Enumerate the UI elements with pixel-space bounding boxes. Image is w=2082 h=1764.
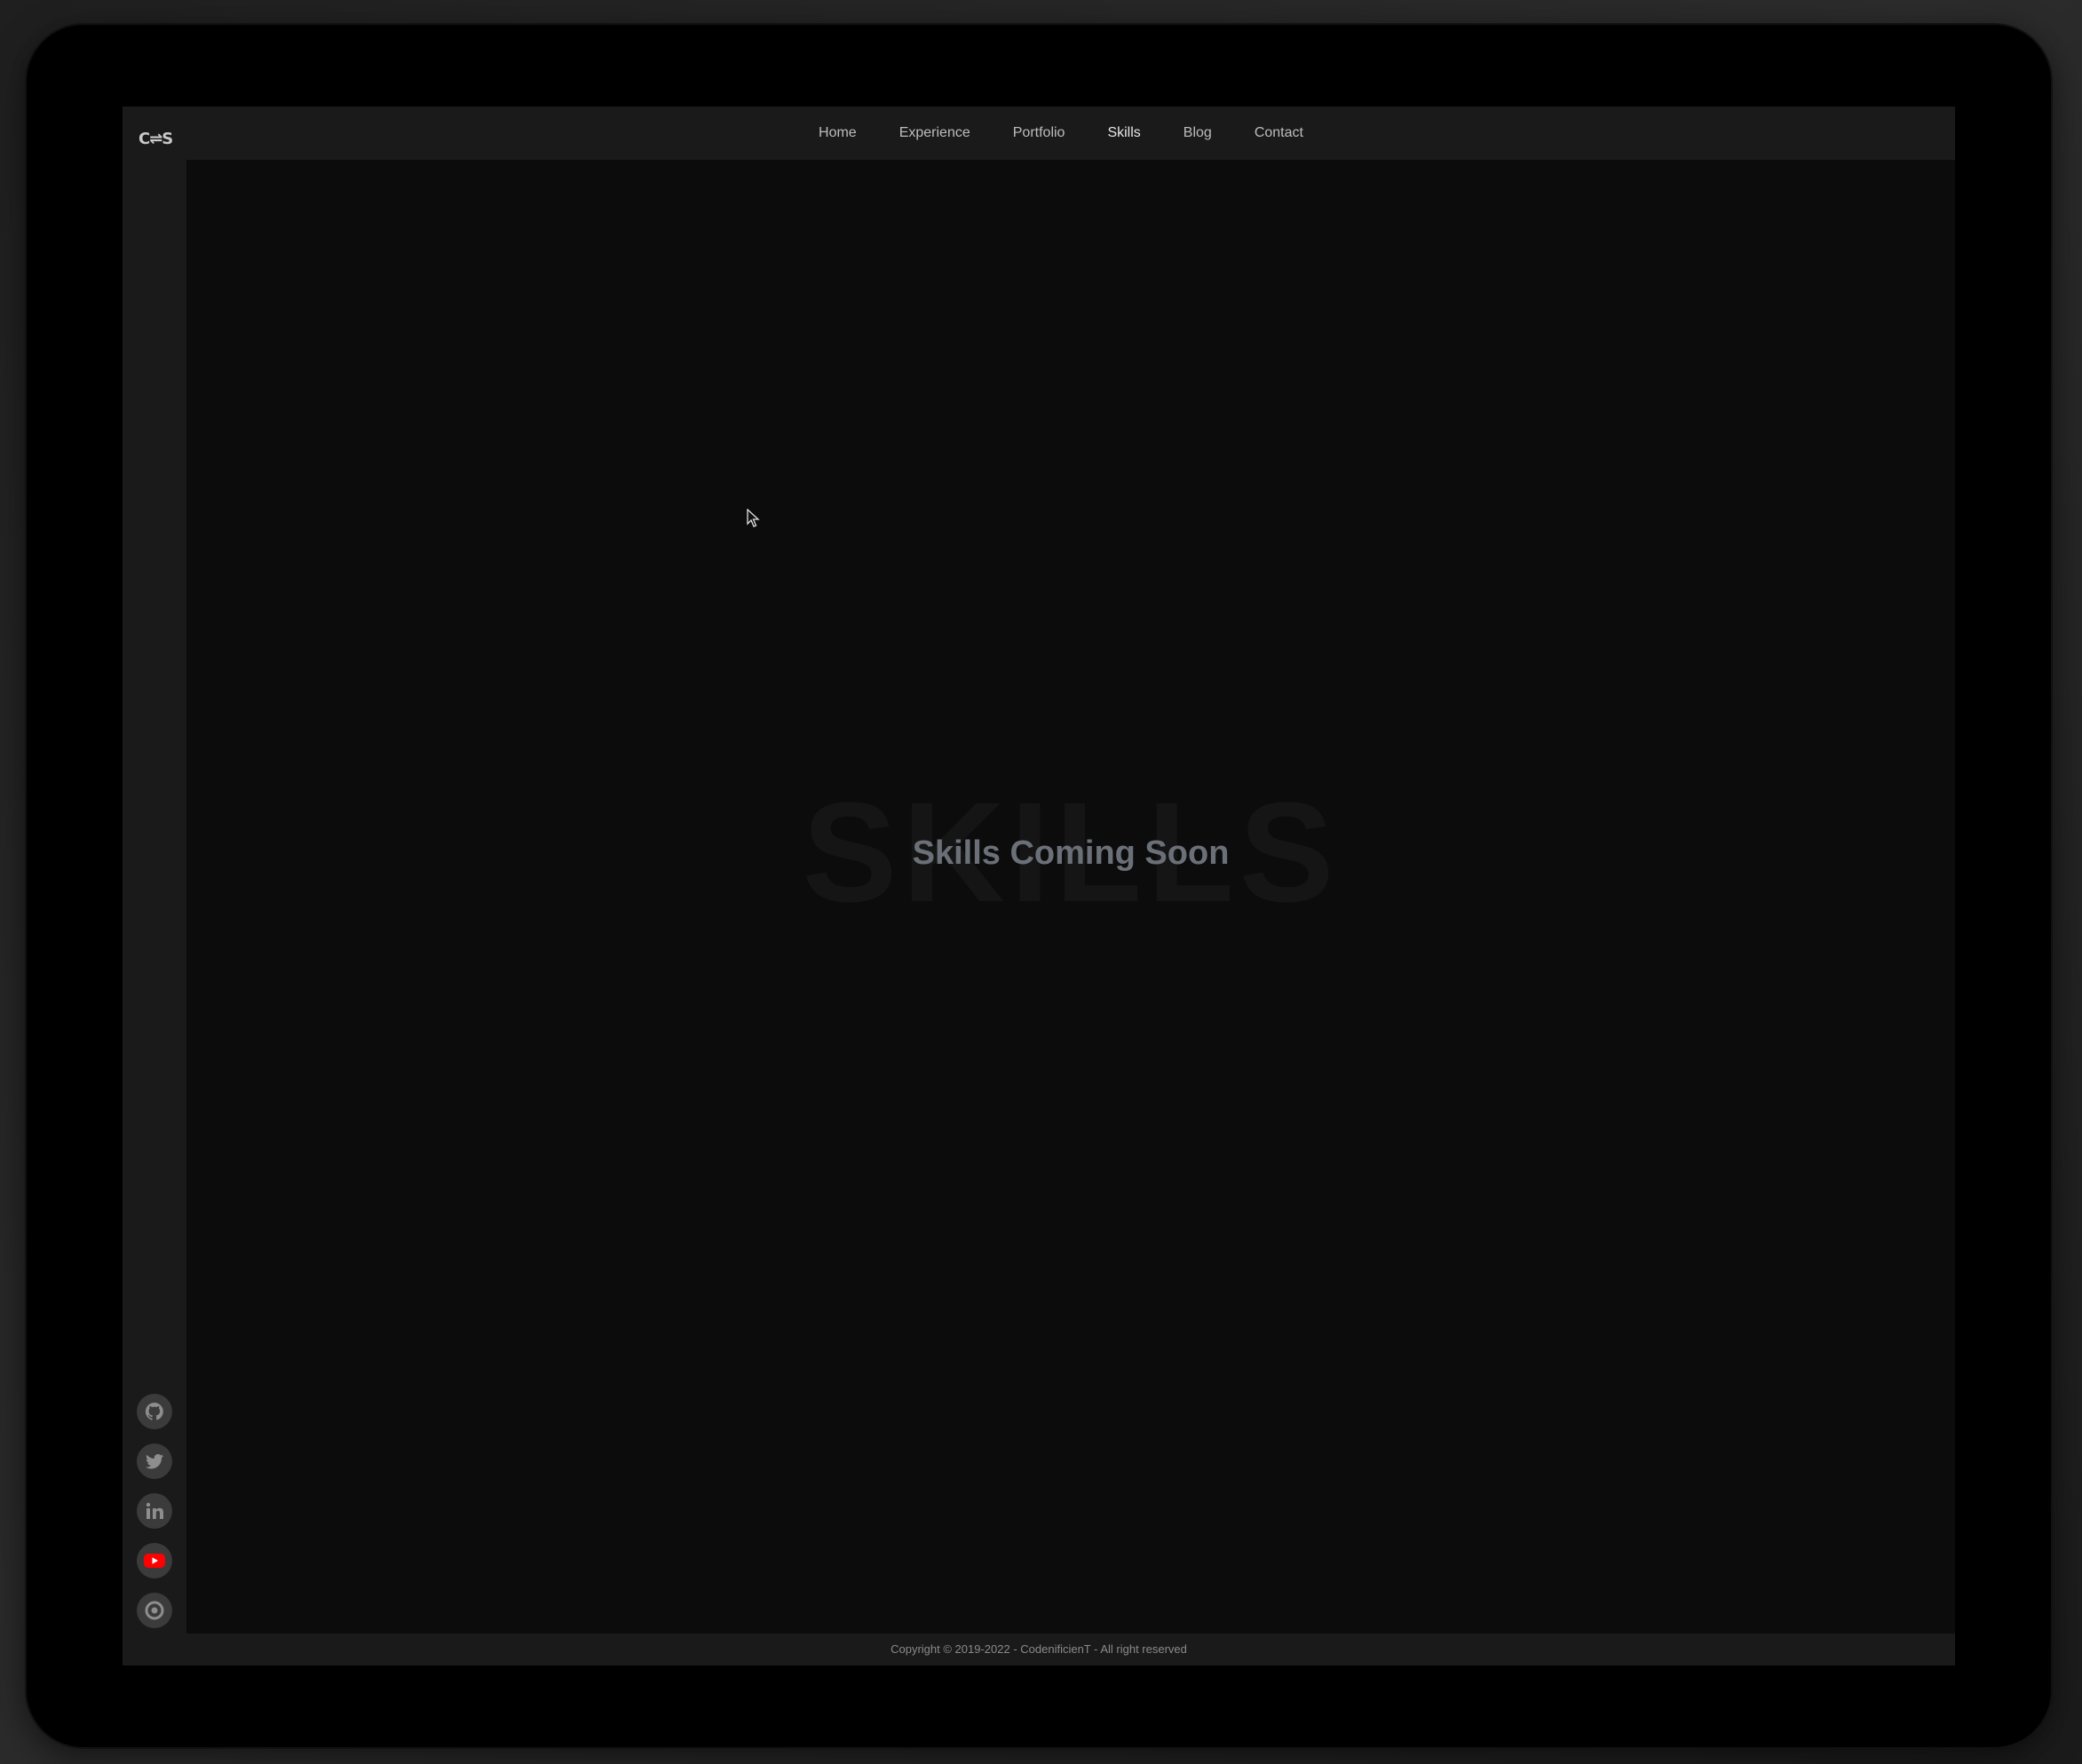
nav-portfolio[interactable]: Portfolio bbox=[1013, 125, 1065, 141]
footer: Copyright © 2019-2022 - CodenificienT - … bbox=[123, 1633, 1955, 1665]
mouse-pointer-icon bbox=[747, 509, 760, 527]
github-icon bbox=[145, 1402, 163, 1420]
twitter-link[interactable] bbox=[137, 1444, 172, 1479]
nav-home[interactable]: Home bbox=[819, 125, 857, 141]
youtube-icon bbox=[144, 1554, 165, 1568]
linkedin-icon bbox=[146, 1502, 163, 1519]
nav-skills[interactable]: Skills bbox=[1107, 125, 1140, 141]
linkedin-link[interactable] bbox=[137, 1493, 172, 1529]
browser-screen: C⇌S Home Experience Portfolio Skills Blo… bbox=[123, 107, 1955, 1665]
nav-contact[interactable]: Contact bbox=[1255, 125, 1303, 141]
twitter-icon bbox=[146, 1453, 163, 1469]
target-icon bbox=[145, 1601, 164, 1620]
main-content: SKILLS Skills Coming Soon bbox=[186, 160, 1955, 1633]
nav-experience[interactable]: Experience bbox=[899, 125, 970, 141]
page-headline: Skills Coming Soon bbox=[912, 835, 1230, 872]
device-frame: C⇌S Home Experience Portfolio Skills Blo… bbox=[27, 25, 2051, 1747]
social-sidebar bbox=[123, 160, 186, 1633]
top-navbar: C⇌S Home Experience Portfolio Skills Blo… bbox=[123, 107, 1955, 160]
github-link[interactable] bbox=[137, 1394, 172, 1429]
nav-blog[interactable]: Blog bbox=[1183, 125, 1212, 141]
target-link[interactable] bbox=[137, 1593, 172, 1628]
youtube-link[interactable] bbox=[137, 1543, 172, 1578]
main-nav: Home Experience Portfolio Skills Blog Co… bbox=[123, 107, 1955, 160]
copyright-text: Copyright © 2019-2022 - CodenificienT - … bbox=[891, 1642, 1187, 1656]
